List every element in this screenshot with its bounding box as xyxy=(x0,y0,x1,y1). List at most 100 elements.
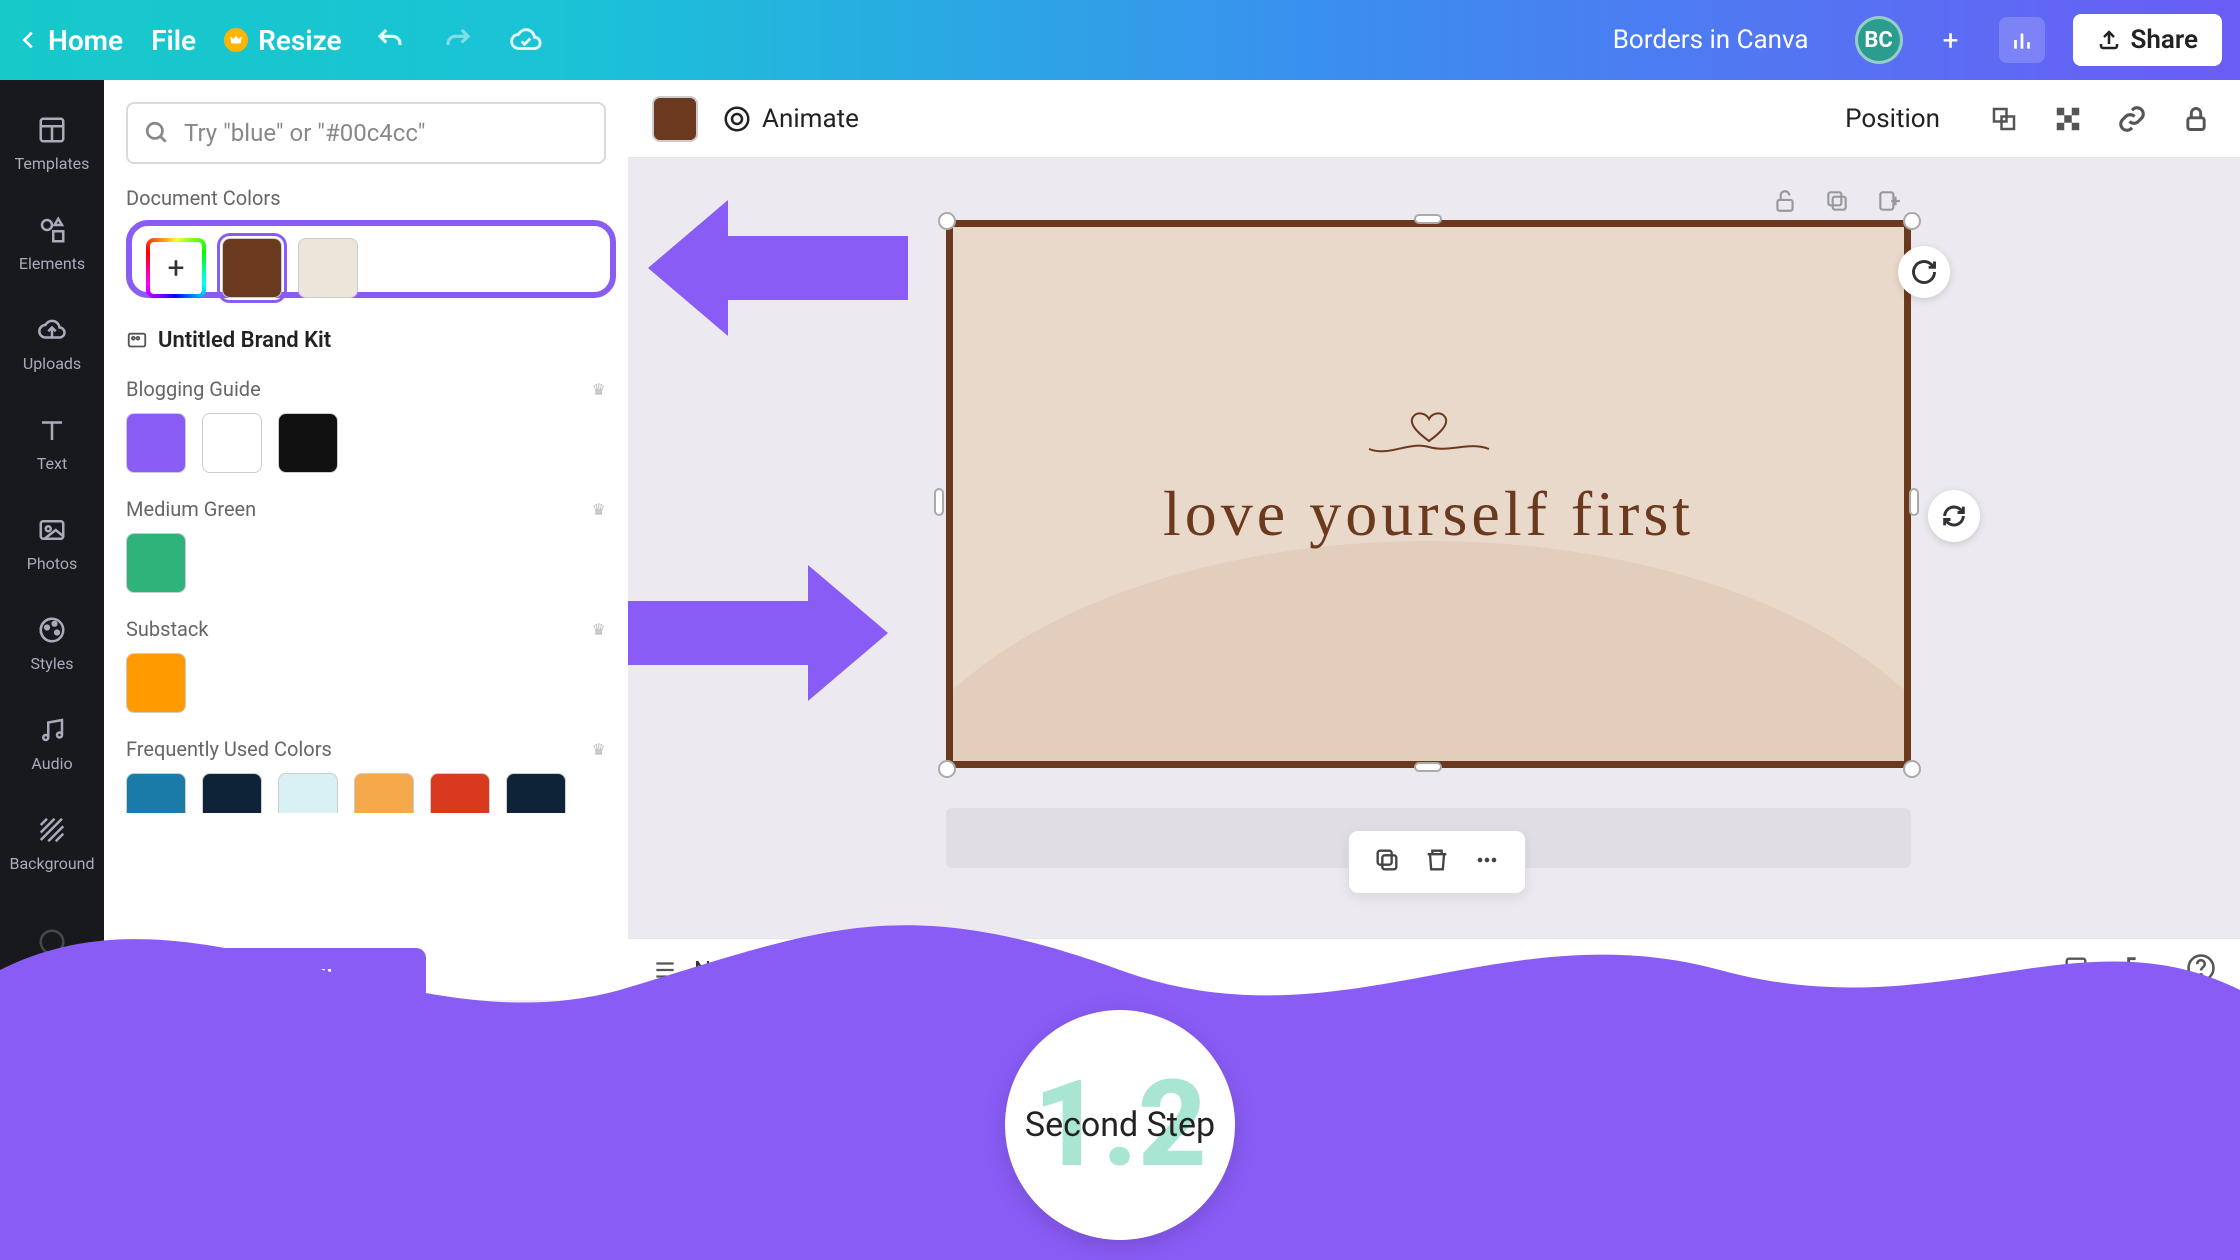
refresh-icon xyxy=(1910,258,1938,286)
palette-header: Medium Green♛ xyxy=(126,497,606,521)
palette-swatch[interactable] xyxy=(278,413,338,473)
text-icon xyxy=(34,412,70,448)
selection-handle[interactable] xyxy=(938,212,956,230)
background-icon xyxy=(34,812,70,848)
freq-swatch[interactable] xyxy=(202,773,262,813)
heart-icon xyxy=(1339,407,1519,471)
design-text: love yourself first xyxy=(953,477,1904,551)
upload-icon xyxy=(2097,28,2121,52)
palette-header: Substack♛ xyxy=(126,617,606,641)
styles-icon xyxy=(34,612,70,648)
resize-button[interactable]: Resize xyxy=(224,24,342,57)
share-label: Share xyxy=(2131,25,2198,55)
design-canvas[interactable]: love yourself first xyxy=(946,220,1911,768)
freq-swatch[interactable] xyxy=(278,773,338,813)
crown-icon xyxy=(224,28,248,52)
annotation-arrow xyxy=(648,200,908,336)
palette-header: Blogging Guide♛ xyxy=(126,377,606,401)
audio-icon xyxy=(34,712,70,748)
selection-handle[interactable] xyxy=(1903,760,1921,778)
cloud-sync-button[interactable] xyxy=(506,20,546,60)
search-placeholder: Try "blue" or "#00c4cc" xyxy=(184,119,425,147)
selection-handle[interactable] xyxy=(1414,214,1442,224)
nav-audio[interactable]: Audio xyxy=(0,692,104,792)
elements-icon xyxy=(34,212,70,248)
home-label: Home xyxy=(48,24,123,57)
uploads-icon xyxy=(34,312,70,348)
step-label: Second Step xyxy=(1025,1105,1215,1145)
transparency-button[interactable] xyxy=(2048,99,2088,139)
page-tools xyxy=(1772,188,1902,218)
duplicate-page-button[interactable] xyxy=(1824,188,1850,218)
document-colors-label: Document Colors xyxy=(126,186,606,210)
crown-icon: ♛ xyxy=(592,620,606,639)
animate-button[interactable]: Animate xyxy=(722,104,859,134)
selection-handle[interactable] xyxy=(934,488,944,516)
animate-icon xyxy=(722,104,752,134)
link-icon xyxy=(2117,104,2147,134)
layers-button[interactable] xyxy=(1984,99,2024,139)
fill-color-chip[interactable] xyxy=(652,96,698,142)
home-button[interactable]: Home xyxy=(18,24,123,57)
nav-photos[interactable]: Photos xyxy=(0,492,104,592)
nav-uploads[interactable]: Uploads xyxy=(0,292,104,392)
lock-button[interactable] xyxy=(2176,99,2216,139)
frequent-colors-label: Frequently Used Colors♛ xyxy=(126,737,606,761)
page-lock-button[interactable] xyxy=(1772,188,1798,218)
document-colors-row: + xyxy=(126,220,616,298)
selection-handle[interactable] xyxy=(1903,212,1921,230)
nav-styles[interactable]: Styles xyxy=(0,592,104,692)
color-search-input[interactable]: Try "blue" or "#00c4cc" xyxy=(126,102,606,164)
crown-icon: ♛ xyxy=(592,740,606,759)
nav-elements[interactable]: Elements xyxy=(0,192,104,292)
insights-button[interactable] xyxy=(1999,17,2045,63)
link-button[interactable] xyxy=(2112,99,2152,139)
design-content: love yourself first xyxy=(953,407,1904,551)
lock-icon xyxy=(2182,105,2210,133)
photos-icon xyxy=(34,512,70,548)
bar-chart-icon xyxy=(2009,27,2035,53)
search-icon xyxy=(144,120,170,146)
file-menu[interactable]: File xyxy=(151,24,196,57)
add-page-button[interactable] xyxy=(1876,188,1902,218)
brand-kit-header[interactable]: Untitled Brand Kit xyxy=(126,328,606,353)
resize-label: Resize xyxy=(258,24,342,57)
design-title[interactable]: Borders in Canva xyxy=(1613,25,1809,55)
add-member-button[interactable]: + xyxy=(1931,20,1971,60)
doc-color-swatch[interactable] xyxy=(298,238,358,298)
transparency-icon xyxy=(2053,104,2083,134)
palette-swatch[interactable] xyxy=(126,653,186,713)
freq-swatch[interactable] xyxy=(430,773,490,813)
undo-icon xyxy=(375,25,405,55)
selection-handle[interactable] xyxy=(1909,488,1919,516)
crown-icon: ♛ xyxy=(592,380,606,399)
share-button[interactable]: Share xyxy=(2073,14,2222,66)
sync-icon xyxy=(1940,502,1968,530)
position-button[interactable]: Position xyxy=(1845,104,1940,134)
top-bar: Home File Resize Borders in Canva BC + S… xyxy=(0,0,2240,80)
freq-swatch[interactable] xyxy=(506,773,566,813)
step-badge: 1.2 Second Step xyxy=(1005,1010,1235,1240)
layers-icon xyxy=(1989,104,2019,134)
selection-handle[interactable] xyxy=(1414,762,1442,772)
redo-button[interactable] xyxy=(438,20,478,60)
regenerate-button[interactable] xyxy=(1898,246,1950,298)
sync-button[interactable] xyxy=(1928,490,1980,542)
selection-handle[interactable] xyxy=(938,760,956,778)
freq-swatch[interactable] xyxy=(126,773,186,813)
redo-icon xyxy=(443,25,473,55)
palette-swatch[interactable] xyxy=(126,533,186,593)
nav-templates[interactable]: Templates xyxy=(0,92,104,192)
add-color-button[interactable]: + xyxy=(146,238,206,298)
add-page-icon xyxy=(1876,188,1902,214)
templates-icon xyxy=(34,112,70,148)
undo-button[interactable] xyxy=(370,20,410,60)
palette-icon xyxy=(126,330,148,352)
avatar[interactable]: BC xyxy=(1855,16,1903,64)
palette-swatch[interactable] xyxy=(202,413,262,473)
nav-text[interactable]: Text xyxy=(0,392,104,492)
doc-color-swatch[interactable] xyxy=(222,238,282,298)
lock-open-icon xyxy=(1772,188,1798,214)
freq-swatch[interactable] xyxy=(354,773,414,813)
palette-swatch[interactable] xyxy=(126,413,186,473)
